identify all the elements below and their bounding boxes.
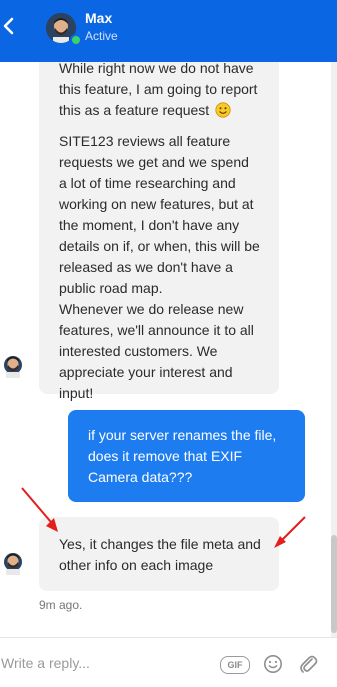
chat-header: Max Active xyxy=(0,0,337,62)
emoji-icon[interactable] xyxy=(263,654,283,674)
message-line: other info on each image xyxy=(59,557,214,573)
message-line: working on new features, but at xyxy=(59,196,254,212)
message-line: Yes, it changes the file meta and xyxy=(59,536,261,552)
reply-input[interactable] xyxy=(0,650,213,676)
annotation-arrow-right xyxy=(274,516,306,548)
attach-icon[interactable] xyxy=(298,653,318,675)
annotation-arrow-left xyxy=(21,487,58,532)
message-list[interactable]: While right now we do not have this feat… xyxy=(0,62,330,637)
message-line: does it remove that EXIF xyxy=(88,448,243,464)
message-timestamp: 9m ago. xyxy=(39,598,83,612)
online-status-dot xyxy=(70,34,82,46)
message-line: appreciate your interest and xyxy=(59,364,233,380)
incoming-message: Yes, it changes the file meta and other … xyxy=(39,517,279,591)
smiley-face-icon xyxy=(215,102,231,118)
message-line: the moment, I don't have any xyxy=(59,217,240,233)
message-line: released as we don't have a xyxy=(59,259,233,275)
incoming-message: While right now we do not have this feat… xyxy=(39,62,279,401)
message-line: While right now we do not have xyxy=(59,62,254,76)
message-line: if your server renames the file, xyxy=(88,427,277,443)
message-line: Whenever we do release new xyxy=(59,301,244,317)
gif-icon[interactable]: GIF xyxy=(220,656,250,674)
message-line: this as a feature request xyxy=(59,102,210,118)
message-line: a lot of time researching and xyxy=(59,175,236,191)
message-line: details on if, or when, this will be xyxy=(59,238,260,254)
message-line: features, we'll announce it to all xyxy=(59,322,254,338)
message-line: requests we get and we spend xyxy=(59,154,249,170)
back-arrow-icon[interactable] xyxy=(0,14,22,38)
agent-name: Max xyxy=(85,10,113,26)
message-line: interested customers. We xyxy=(59,343,218,359)
message-line: SITE123 reviews all feature xyxy=(59,133,231,149)
agent-status: Active xyxy=(85,29,118,43)
scrollbar-thumb[interactable] xyxy=(331,535,337,633)
composer-bar: GIF xyxy=(0,637,337,687)
message-line: input! xyxy=(59,385,94,401)
message-line: Camera data??? xyxy=(88,469,193,485)
message-line: public road map. xyxy=(59,280,163,296)
agent-avatar xyxy=(0,351,26,383)
outgoing-message: if your server renames the file, does it… xyxy=(68,410,305,502)
agent-avatar xyxy=(0,548,26,580)
message-line: this feature, I am going to report xyxy=(59,81,258,97)
